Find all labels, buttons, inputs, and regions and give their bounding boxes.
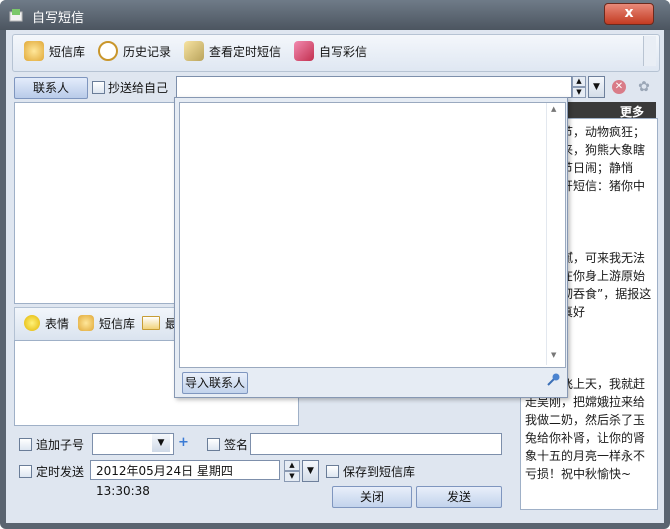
window-title: 自写短信 (32, 11, 85, 26)
contact-dropdown-list[interactable] (179, 102, 566, 368)
schedule-label: 定时发送 (36, 465, 85, 479)
toolbar-label: 自写彩信 (319, 44, 368, 59)
mms-icon (294, 41, 314, 61)
tools-sms-library-label: 短信库 (99, 316, 136, 331)
recipient-spin-up[interactable]: ▲ (572, 76, 586, 87)
tools-sms-library-button[interactable]: 短信库 (78, 312, 135, 334)
save-to-library-label: 保存到短信库 (343, 465, 416, 479)
recipient-dropdown-button[interactable]: ▼ (588, 76, 605, 98)
envelope-icon (142, 316, 160, 330)
clock-icon (98, 41, 118, 61)
scroll-up-arrow[interactable]: ▲ (551, 105, 556, 113)
chevron-down-icon[interactable]: ▼ (152, 434, 170, 452)
signature-label: 签名 (224, 438, 249, 452)
cc-self-checkbox[interactable] (92, 81, 105, 94)
datetime-picker[interactable]: 2012年05月24日 星期四 13:30:38 (90, 460, 280, 498)
toolbar-scroll[interactable] (643, 36, 656, 66)
sms-library-icon (24, 41, 44, 61)
sms-library-icon (78, 315, 94, 331)
toolbar-label: 历史记录 (123, 44, 172, 59)
close-button[interactable]: 关闭 (332, 486, 412, 508)
recipient-spin-down[interactable]: ▼ (572, 87, 586, 98)
toolbar-label: 查看定时短信 (209, 44, 282, 59)
pin-icon[interactable] (545, 372, 561, 388)
toolbar-sms-library[interactable]: 短信库 (24, 40, 85, 62)
scroll-down-arrow[interactable]: ▼ (551, 351, 556, 359)
save-to-library-checkbox[interactable] (326, 465, 339, 478)
send-button[interactable]: 发送 (416, 486, 502, 508)
title-bar[interactable] (0, 0, 670, 30)
scheduled-sms-icon (184, 41, 204, 61)
signature-checkbox[interactable] (207, 438, 220, 451)
toolbar-mms[interactable]: 自写彩信 (294, 40, 367, 62)
dropdown-scrollbar[interactable]: ▲ ▼ (546, 103, 563, 365)
datetime-spin-down[interactable]: ▼ (284, 471, 300, 482)
subnum-label: 追加子号 (36, 438, 85, 452)
toolbar-label: 短信库 (49, 44, 86, 59)
subnum-checkbox[interactable] (19, 438, 32, 451)
close-window-button[interactable]: x (604, 3, 654, 25)
settings-icon[interactable]: ✿ (636, 79, 652, 95)
clear-icon[interactable]: ✕ (612, 80, 626, 94)
schedule-checkbox[interactable] (19, 465, 32, 478)
tools-more-button[interactable]: 最 (142, 312, 177, 334)
toolbar-scheduled-sms[interactable]: 查看定时短信 (184, 40, 281, 62)
recipient-input[interactable] (176, 76, 572, 98)
cc-self-label: 抄送给自己 (108, 81, 169, 95)
emoji-label: 表情 (45, 316, 70, 331)
contacts-button[interactable]: 联系人 (14, 77, 88, 99)
import-contacts-button[interactable]: 导入联系人 (182, 372, 248, 394)
add-subnum-icon[interactable]: + (178, 435, 189, 450)
emoji-button[interactable]: 表情 (24, 312, 69, 334)
datetime-dropdown-button[interactable]: ▼ (302, 460, 319, 482)
app-icon (8, 7, 24, 23)
smiley-icon (24, 315, 40, 331)
datetime-spin-up[interactable]: ▲ (284, 460, 300, 471)
signature-input[interactable] (250, 433, 502, 455)
toolbar-history[interactable]: 历史记录 (98, 40, 171, 62)
